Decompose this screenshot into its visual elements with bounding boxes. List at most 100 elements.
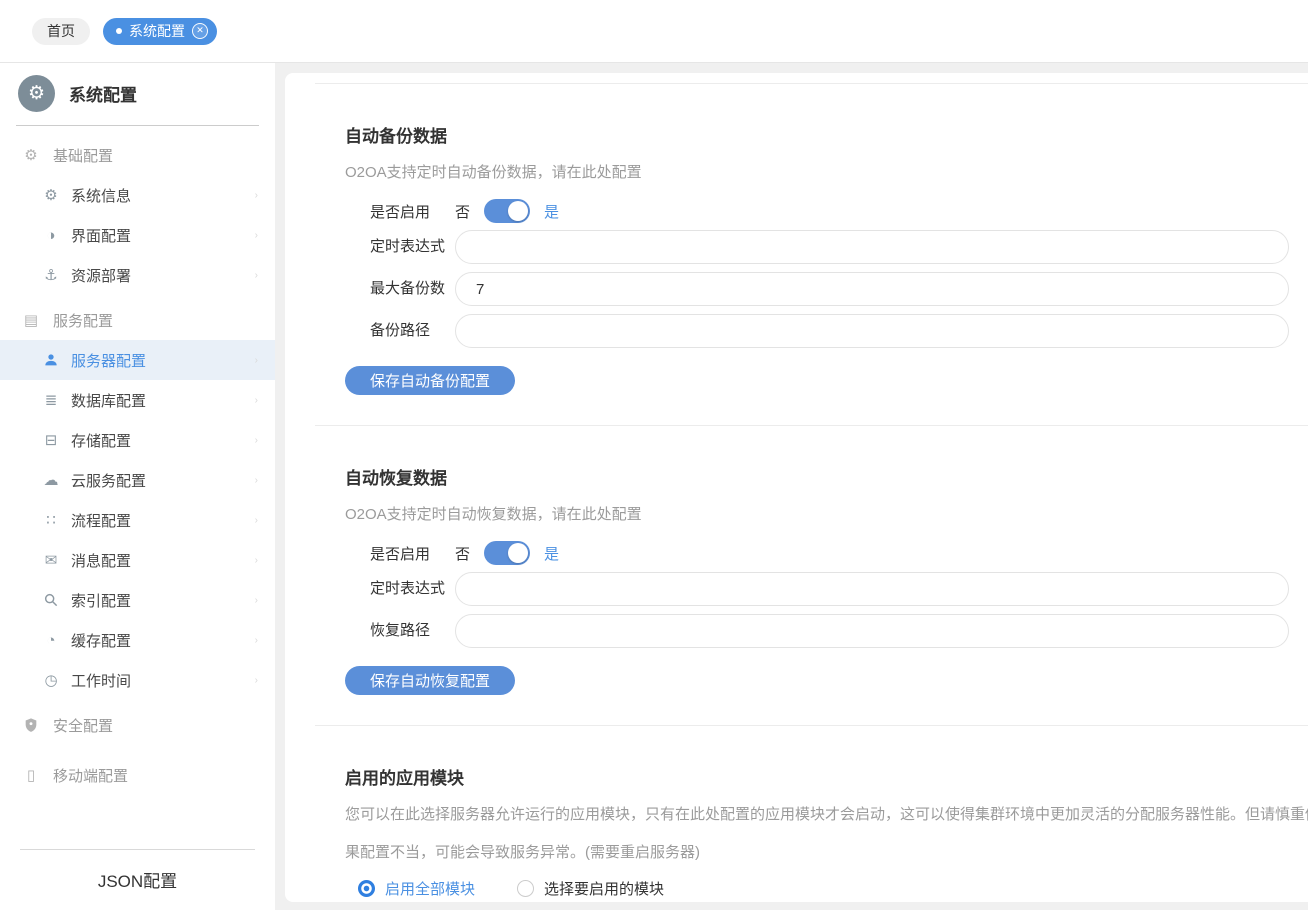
group-label: 基础配置 <box>53 147 114 165</box>
section-auto-restore: 自动恢复数据 O2OA支持定时自动恢复数据，请在此处配置 是否启用 否 是 定时… <box>315 425 1308 725</box>
tab-system-config[interactable]: 系统配置 ✕ <box>103 17 217 45</box>
palette-icon: ◑ <box>46 226 56 244</box>
storage-icon: ⊟ <box>44 432 58 449</box>
save-restore-config-button[interactable]: 保存自动恢复配置 <box>345 666 516 695</box>
search-icon <box>42 592 60 608</box>
restore-path-input[interactable] <box>455 614 1289 648</box>
field-label: 备份路径 <box>370 322 431 339</box>
anchor-deploy-icon: ⚓ <box>44 267 58 284</box>
sidebar-item-server-config[interactable]: 服务器配置 › <box>0 340 275 380</box>
radio-label: 启用全部模块 <box>385 881 476 898</box>
enable-toggle-row: 是否启用 否 是 <box>370 534 1308 572</box>
shield-icon <box>22 717 40 733</box>
timer-icon: ◷ <box>44 672 58 689</box>
section-description: O2OA支持定时自动备份数据，请在此处配置 <box>345 164 642 181</box>
sidebar-item-cloud-service-config[interactable]: ☁ 云服务配置 › <box>0 460 275 500</box>
chevron-right-icon: › <box>254 634 258 646</box>
sidebar-item-cache-config[interactable]: ◔ 缓存配置 › <box>0 620 275 660</box>
mobile-icon: ▯ <box>26 767 36 784</box>
toggle-label: 是否启用 <box>370 545 431 563</box>
toggle-on-label: 是 <box>544 203 560 221</box>
chevron-right-icon: › <box>254 354 258 366</box>
sidebar-header: ⚙ 系统配置 <box>16 63 259 126</box>
gear-icon: ⚙ <box>24 147 38 164</box>
chevron-right-icon: › <box>254 474 258 486</box>
sidebar-footer: JSON配置 <box>0 849 275 910</box>
database-icon: ≣ <box>44 392 58 409</box>
max-backup-count-input[interactable] <box>455 272 1289 306</box>
toggle-on-label: 是 <box>544 545 560 563</box>
content-card: 自动备份数据 O2OA支持定时自动备份数据，请在此处配置 是否启用 否 是 定时… <box>285 73 1308 902</box>
field-label: 定时表达式 <box>370 238 446 255</box>
item-label: 数据库配置 <box>71 392 147 410</box>
sidebar-item-interface-config[interactable]: ◑ 界面配置 › <box>0 215 275 255</box>
field-label: 最大备份数 <box>370 280 446 297</box>
active-dot-icon <box>116 28 122 34</box>
tab-home-label: 首页 <box>47 23 75 39</box>
restore-enable-toggle[interactable] <box>484 541 531 565</box>
sidebar-group-basic-config[interactable]: ⚙ 基础配置 <box>0 135 275 175</box>
sidebar-item-work-time[interactable]: ◷ 工作时间 › <box>0 660 275 700</box>
restore-cron-input[interactable] <box>455 572 1289 606</box>
backup-cron-input[interactable] <box>455 230 1289 264</box>
sidebar-item-database-config[interactable]: ≣ 数据库配置 › <box>0 380 275 420</box>
field-row: 最大备份数 <box>370 272 1308 306</box>
field-label: 定时表达式 <box>370 580 446 597</box>
toggle-knob <box>508 201 529 221</box>
item-label: 系统信息 <box>71 187 132 205</box>
radio-select-modules[interactable]: 选择要启用的模块 <box>517 878 664 899</box>
item-label: 消息配置 <box>71 552 132 570</box>
sidebar-item-process-config[interactable]: ∷ 流程配置 › <box>0 500 275 540</box>
person-icon <box>42 352 60 368</box>
group-label: 安全配置 <box>53 717 114 735</box>
chevron-right-icon: › <box>254 434 258 446</box>
sidebar-item-message-config[interactable]: ✉ 消息配置 › <box>0 540 275 580</box>
radio-enable-all-modules[interactable]: 启用全部模块 <box>358 878 475 899</box>
backup-enable-toggle[interactable] <box>484 199 531 223</box>
section-enabled-modules: 启用的应用模块 您可以在此选择服务器允许运行的应用模块，只有在此处配置的应用模块… <box>315 725 1308 910</box>
sidebar-group-security-config[interactable]: 安全配置 <box>0 705 275 745</box>
section-title: 自动恢复数据 <box>345 469 447 488</box>
sidebar-item-storage-config[interactable]: ⊟ 存储配置 › <box>0 420 275 460</box>
section-title: 自动备份数据 <box>345 127 447 146</box>
chevron-right-icon: › <box>254 674 258 686</box>
sidebar: ⚙ 系统配置 ⚙ 基础配置 ⚙ 系统信息 › ◑ 界面配置 › ⚓ 资源部署 › <box>0 63 275 910</box>
close-icon[interactable]: ✕ <box>192 23 208 39</box>
field-label: 恢复路径 <box>370 622 431 639</box>
module-mode-radio-group: 启用全部模块 选择要启用的模块 <box>358 878 1308 899</box>
item-label: 流程配置 <box>71 512 132 530</box>
top-tab-bar: 首页 系统配置 ✕ <box>0 0 1308 63</box>
sidebar-nav: ⚙ 基础配置 ⚙ 系统信息 › ◑ 界面配置 › ⚓ 资源部署 › ▤ 服务配置 <box>0 126 275 795</box>
section-description: O2OA支持定时自动恢复数据，请在此处配置 <box>345 506 642 523</box>
toggle-off-label: 否 <box>455 203 471 221</box>
flow-grid-icon: ∷ <box>46 512 56 529</box>
server-icon: ▤ <box>23 312 39 329</box>
radio-label: 选择要启用的模块 <box>544 881 665 898</box>
json-config-button[interactable]: JSON配置 <box>0 850 275 910</box>
tab-home[interactable]: 首页 <box>32 17 90 45</box>
cache-icon: ◔ <box>46 631 56 649</box>
item-label: 界面配置 <box>71 227 132 245</box>
chevron-right-icon: › <box>254 554 258 566</box>
field-row: 定时表达式 <box>370 230 1308 264</box>
sidebar-group-mobile-config[interactable]: ▯ 移动端配置 <box>0 755 275 795</box>
sidebar-group-service-config[interactable]: ▤ 服务配置 <box>0 300 275 340</box>
radio-selected-icon <box>358 880 375 897</box>
enable-toggle-row: 是否启用 否 是 <box>370 192 1308 230</box>
item-label: 缓存配置 <box>71 632 132 650</box>
sidebar-item-index-config[interactable]: 索引配置 › <box>0 580 275 620</box>
backup-path-input[interactable] <box>455 314 1289 348</box>
gear-icon: ⚙ <box>44 187 58 204</box>
radio-unselected-icon <box>517 880 535 897</box>
item-label: 服务器配置 <box>71 352 147 370</box>
sidebar-item-resource-deploy[interactable]: ⚓ 资源部署 › <box>0 255 275 295</box>
sidebar-item-system-info[interactable]: ⚙ 系统信息 › <box>0 175 275 215</box>
save-backup-config-button[interactable]: 保存自动备份配置 <box>345 366 516 395</box>
section-auto-backup: 自动备份数据 O2OA支持定时自动备份数据，请在此处配置 是否启用 否 是 定时… <box>315 83 1308 425</box>
group-label: 服务配置 <box>53 312 114 330</box>
item-label: 工作时间 <box>71 672 132 690</box>
message-icon: ✉ <box>44 552 58 569</box>
field-row: 定时表达式 <box>370 572 1308 606</box>
toggle-knob <box>508 543 529 563</box>
sidebar-title: 系统配置 <box>69 86 137 105</box>
